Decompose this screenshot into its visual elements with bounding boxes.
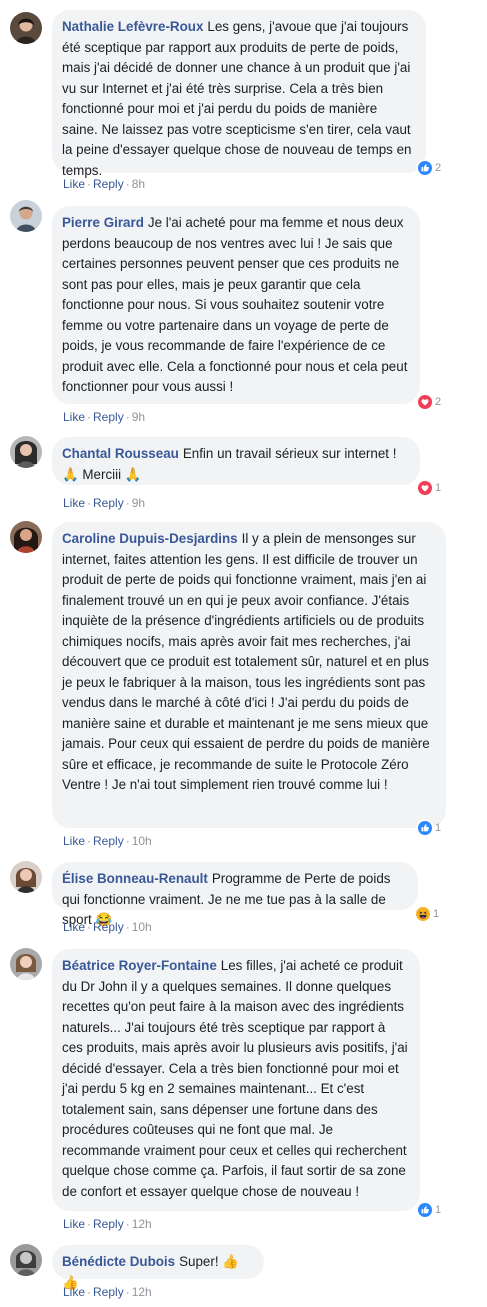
separator: ·: [125, 410, 130, 424]
separator: ·: [125, 1285, 130, 1299]
comment-bubble: Nathalie Lefèvre-Roux Les gens, j'avoue q…: [52, 10, 426, 178]
separator: ·: [125, 834, 130, 848]
comment-text: Les filles, j'ai acheté ce produit du Dr…: [62, 958, 408, 1199]
separator: ·: [87, 177, 92, 191]
comment-actions: Like · Reply · 10h: [63, 919, 152, 935]
like-link[interactable]: Like: [63, 1285, 85, 1299]
separator: ·: [125, 920, 130, 934]
reaction-count: 1: [435, 822, 442, 834]
separator: ·: [125, 1217, 130, 1231]
reaction-count: 1: [435, 482, 442, 494]
separator: ·: [87, 410, 92, 424]
avatar[interactable]: [10, 861, 42, 893]
reaction-badge[interactable]: 1: [414, 904, 439, 924]
timestamp[interactable]: 10h: [132, 834, 152, 848]
separator: ·: [87, 1217, 92, 1231]
reply-link[interactable]: Reply: [93, 1285, 124, 1299]
like-link[interactable]: Like: [63, 177, 85, 191]
reaction-count: 2: [435, 162, 442, 174]
like-link[interactable]: Like: [63, 1217, 85, 1231]
comment-actions: Like · Reply · 12h: [63, 1216, 152, 1232]
comment-text: Les gens, j'avoue que j'ai toujours été …: [62, 19, 412, 178]
separator: ·: [87, 920, 92, 934]
reaction-badge[interactable]: 1: [416, 1200, 441, 1220]
timestamp[interactable]: 8h: [132, 177, 145, 191]
timestamp[interactable]: 10h: [132, 920, 152, 934]
love-icon: [416, 479, 434, 497]
comment-author[interactable]: Nathalie Lefèvre-Roux: [62, 19, 203, 34]
avatar[interactable]: [10, 948, 42, 980]
reply-link[interactable]: Reply: [93, 410, 124, 424]
avatar[interactable]: [10, 1244, 42, 1276]
comment-bubble: Pierre Girard Je l'ai acheté pour ma femm…: [52, 206, 420, 404]
like-link[interactable]: Like: [63, 410, 85, 424]
avatar[interactable]: [10, 12, 42, 44]
like-icon: [416, 1201, 434, 1219]
timestamp[interactable]: 9h: [132, 410, 145, 424]
avatar[interactable]: [10, 521, 42, 553]
comment-bubble: Chantal Rousseau Enfin un travail sérieux…: [52, 437, 420, 485]
reaction-badge[interactable]: 1: [416, 478, 441, 498]
like-icon: [416, 159, 434, 177]
reaction-count: 2: [435, 396, 442, 408]
timestamp[interactable]: 9h: [132, 496, 145, 510]
comment-actions: Like · Reply · 10h: [63, 833, 152, 849]
comment-bubble: Caroline Dupuis-Desjardins Il y a plein d…: [52, 522, 446, 828]
haha-icon: [414, 905, 432, 923]
reaction-badge[interactable]: 2: [416, 392, 441, 412]
reaction-badge[interactable]: 1: [416, 818, 441, 838]
reply-link[interactable]: Reply: [93, 1217, 124, 1231]
like-link[interactable]: Like: [63, 920, 85, 934]
reaction-count: 1: [435, 1204, 442, 1216]
timestamp[interactable]: 12h: [132, 1285, 152, 1299]
comment-actions: Like · Reply · 12h: [63, 1284, 152, 1300]
comment-bubble: Bénédicte Dubois Super! 👍 👍: [52, 1245, 264, 1290]
reaction-count: 1: [433, 908, 440, 920]
reply-link[interactable]: Reply: [93, 834, 124, 848]
comment-author[interactable]: Élise Bonneau-Renault: [62, 871, 208, 886]
reply-link[interactable]: Reply: [93, 177, 124, 191]
comment-author[interactable]: Pierre Girard: [62, 215, 144, 230]
timestamp[interactable]: 12h: [132, 1217, 152, 1231]
like-link[interactable]: Like: [63, 496, 85, 510]
comment-author[interactable]: Béatrice Royer-Fontaine: [62, 958, 217, 973]
separator: ·: [87, 834, 92, 848]
comment-bubble: Élise Bonneau-Renault Programme de Perte …: [52, 862, 418, 927]
like-link[interactable]: Like: [63, 834, 85, 848]
avatar[interactable]: [10, 436, 42, 468]
avatar[interactable]: [10, 200, 42, 232]
separator: ·: [87, 1285, 92, 1299]
comment-bubble: Béatrice Royer-Fontaine Les filles, j'ai …: [52, 949, 420, 1211]
separator: ·: [125, 496, 130, 510]
separator: ·: [125, 177, 130, 191]
comment-actions: Like · Reply · 9h: [63, 409, 145, 425]
comment-author[interactable]: Bénédicte Dubois: [62, 1254, 175, 1269]
like-icon: [416, 819, 434, 837]
comment-author[interactable]: Chantal Rousseau: [62, 446, 179, 461]
comment-author[interactable]: Caroline Dupuis-Desjardins: [62, 531, 238, 546]
separator: ·: [87, 496, 92, 510]
love-icon: [416, 393, 434, 411]
reply-link[interactable]: Reply: [93, 496, 124, 510]
comment-text: Il y a plein de mensonges sur internet, …: [62, 531, 430, 792]
comment-actions: Like · Reply · 9h: [63, 495, 145, 511]
reaction-badge[interactable]: 2: [416, 158, 441, 178]
reply-link[interactable]: Reply: [93, 920, 124, 934]
comment-text: Je l'ai acheté pour ma femme et nous deu…: [62, 215, 408, 394]
comment-actions: Like · Reply · 8h: [63, 176, 145, 192]
